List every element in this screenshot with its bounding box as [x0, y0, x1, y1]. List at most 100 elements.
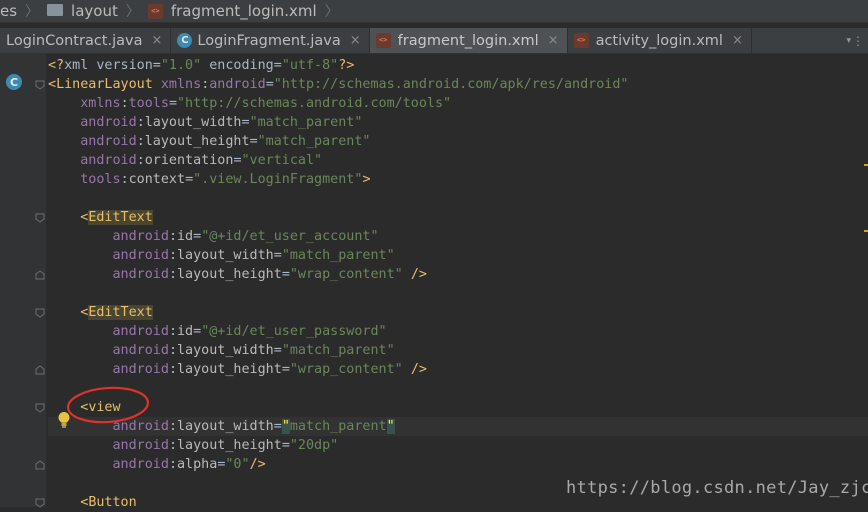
code-line[interactable]: android:layout_height="match_parent" [48, 132, 868, 151]
tab-overflow-icon[interactable]: ▾ ⋮ [846, 28, 868, 53]
code-token: "vertical" [241, 153, 323, 168]
code-token: /> [410, 362, 427, 377]
code-token: android [112, 362, 169, 377]
code-line[interactable]: android:orientation="vertical" [48, 151, 868, 170]
code-line[interactable]: <EditText [48, 208, 868, 227]
code-line[interactable]: <view [48, 398, 868, 417]
code-token: : [120, 172, 129, 187]
code-line[interactable]: android:layout_height="20dp" [48, 436, 868, 455]
code-token: = [193, 324, 202, 339]
code-line[interactable]: android:id="@+id/et_user_password" [48, 322, 868, 341]
code-token: ".view.LoginFragment" [193, 172, 363, 187]
code-token: xmlns [80, 96, 121, 111]
code-token: = [281, 267, 290, 282]
tab-activity-login-xml[interactable]: <> activity_login.xml × [568, 28, 752, 53]
code-line[interactable] [48, 189, 868, 208]
code-token: : [168, 324, 177, 339]
code-area[interactable]: <?xml version="1.0" encoding="utf-8"?> <L… [48, 56, 868, 512]
code-token: layout_width [177, 248, 274, 263]
code-token: = [233, 153, 242, 168]
fold-end-icon[interactable] [35, 365, 45, 375]
code-token: "0" [225, 457, 250, 472]
class-marker-icon[interactable]: C [6, 74, 22, 90]
close-icon[interactable]: × [548, 33, 559, 48]
change-marker [864, 230, 868, 232]
code-line[interactable]: android:alpha="0"/> [48, 455, 868, 474]
chevron-right-icon: 〉 [324, 4, 339, 20]
code-token: "@+id/et_user_account" [201, 229, 379, 244]
code-token: <? [48, 58, 65, 73]
fold-end-icon[interactable] [35, 460, 45, 470]
editor-gutter: C [0, 54, 46, 507]
code-token: : [136, 134, 145, 149]
code-line[interactable]: <LinearLayout xmlns:android="http://sche… [48, 75, 868, 94]
code-token: "match_parent" [249, 115, 363, 130]
code-token: "1.0" [160, 58, 202, 73]
code-token: = [273, 248, 282, 263]
tab-login-contract[interactable]: LoginContract.java × [0, 28, 172, 53]
code-token: : [168, 229, 177, 244]
code-token: : [168, 343, 177, 358]
tab-label: activity_login.xml [595, 32, 723, 49]
code-token: EditText [88, 210, 153, 225]
code-token: "20dp" [289, 438, 339, 453]
code-line[interactable] [48, 379, 868, 398]
code-token: layout_height [177, 438, 282, 453]
code-token: xml version= [64, 58, 161, 73]
code-line[interactable]: android:layout_width="match_parent" [48, 113, 868, 132]
fold-collapse-icon[interactable] [35, 80, 45, 90]
close-icon[interactable]: × [151, 33, 162, 48]
code-line[interactable]: tools:context=".view.LoginFragment"> [48, 170, 868, 189]
code-token: "http://schemas.android.com/tools" [177, 96, 452, 111]
code-token: : [136, 153, 145, 168]
code-token: LinearLayout [56, 77, 161, 92]
close-icon[interactable]: × [350, 33, 361, 48]
code-token: = [273, 343, 282, 358]
code-token: layout_height [177, 267, 282, 282]
tab-label: LoginFragment.java [197, 32, 341, 49]
code-line[interactable]: xmlns:tools="http://schemas.android.com/… [48, 94, 868, 113]
code-line[interactable]: android:id="@+id/et_user_account" [48, 227, 868, 246]
code-line[interactable]: android:layout_width="match_parent" [48, 417, 868, 436]
close-icon[interactable]: × [732, 33, 743, 48]
code-token: > [362, 172, 371, 187]
code-line[interactable]: android:layout_height="wrap_content" /> [48, 265, 868, 284]
code-token: "match_parent" [281, 248, 395, 263]
code-token: tools [80, 172, 121, 187]
code-token: android [112, 457, 169, 472]
code-line[interactable] [48, 284, 868, 303]
fold-collapse-icon[interactable] [35, 308, 45, 318]
code-token: id [177, 324, 194, 339]
code-line[interactable]: android:layout_height="wrap_content" /> [48, 360, 868, 379]
fold-end-icon[interactable] [35, 270, 45, 280]
code-line[interactable]: android:layout_width="match_parent" [48, 341, 868, 360]
fold-collapse-icon[interactable] [35, 213, 45, 223]
change-marker [864, 164, 868, 166]
code-line[interactable]: android:layout_width="match_parent" [48, 246, 868, 265]
code-token: " [386, 419, 395, 434]
breadcrumb-item-layout[interactable]: layout [47, 2, 118, 20]
fold-collapse-icon[interactable] [35, 403, 45, 413]
code-editor[interactable]: C <?xml version="1.0" encoding="utf-8"?>… [0, 54, 868, 510]
breadcrumb-item-file[interactable]: <> fragment_login.xml [147, 2, 317, 20]
breadcrumb-item-res[interactable]: es [0, 2, 17, 20]
code-token: : [168, 362, 177, 377]
code-token: "utf-8" [281, 58, 339, 73]
code-token: "wrap_content" [289, 362, 403, 377]
tab-login-fragment[interactable]: C LoginFragment.java × [171, 28, 370, 53]
code-line[interactable]: <EditText [48, 303, 868, 322]
code-token: "wrap_content" [289, 267, 403, 282]
code-token: = [281, 438, 290, 453]
tab-fragment-login-xml[interactable]: <> fragment_login.xml × [369, 28, 568, 53]
code-token: = [168, 96, 177, 111]
breadcrumb-label: fragment_login.xml [170, 2, 317, 20]
code-line[interactable]: <?xml version="1.0" encoding="utf-8"?> [48, 56, 868, 75]
